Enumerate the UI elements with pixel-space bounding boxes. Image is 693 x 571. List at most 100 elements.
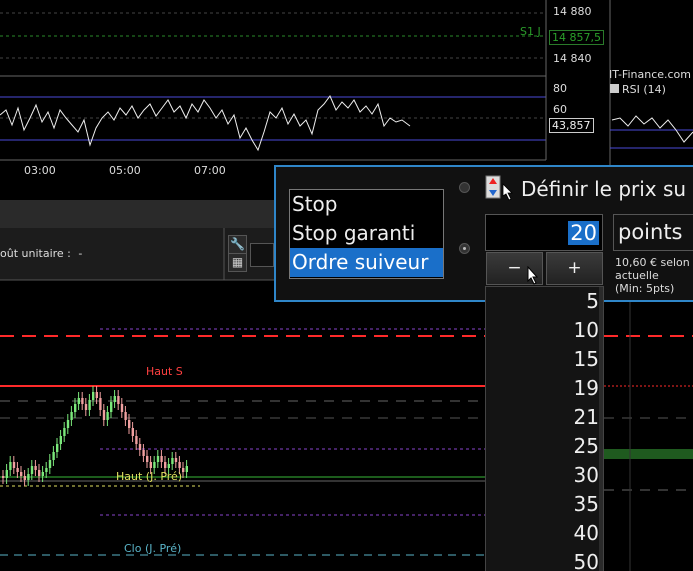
radio-set-price[interactable] — [459, 182, 470, 193]
candle-body — [106, 412, 109, 420]
candle-body — [156, 456, 160, 462]
candle-body — [185, 466, 188, 472]
wrench-icon[interactable]: 🔧 — [228, 235, 247, 254]
rsi-legend: RSI (14) — [610, 83, 666, 96]
unit-select[interactable]: points — [613, 214, 693, 251]
legend-swatch-icon — [610, 84, 619, 93]
rsi-level-80: 80 — [553, 82, 567, 95]
radio-distance[interactable] — [459, 243, 470, 254]
candle-body — [88, 400, 91, 410]
candle-body — [146, 456, 149, 462]
distance-option[interactable]: 25 — [486, 432, 603, 461]
candle-body — [63, 428, 66, 436]
haut-j-pre-label: Haut (J. Pré) — [116, 470, 183, 483]
candle-body — [171, 458, 174, 464]
distance-option[interactable]: 30 — [486, 461, 603, 490]
candle-body — [9, 462, 12, 470]
distance-option[interactable]: 21 — [486, 403, 603, 432]
candle-body — [41, 472, 44, 476]
candle-body — [16, 468, 19, 472]
candle-body — [120, 404, 124, 412]
order-type-ordre-suiveur[interactable]: Ordre suiveur — [290, 248, 443, 277]
dropdown-scrollbar[interactable] — [599, 287, 603, 571]
candle-body — [66, 420, 70, 428]
price-label-bottom: 14 840 — [553, 52, 592, 65]
candle-body — [95, 392, 98, 398]
brand-label: IT-Finance.com — [609, 68, 691, 81]
time-label-0300: 03:00 — [24, 164, 56, 177]
candle-body — [34, 466, 37, 470]
order-type-stop[interactable]: Stop — [290, 190, 443, 219]
haut-s-label: Haut S — [146, 365, 183, 378]
info-text: 10,60 € selon actuelle (Min: 5pts) — [615, 256, 690, 295]
candle-body — [124, 412, 127, 420]
candle-body — [20, 472, 23, 476]
unit-cost-label: oût unitaire : - — [0, 247, 82, 260]
distance-value: 20 — [568, 221, 599, 245]
rsi-level-60: 60 — [553, 103, 567, 116]
distance-option[interactable]: 50 — [486, 548, 603, 571]
candle-body — [77, 398, 80, 404]
toolbar-input[interactable] — [250, 243, 274, 267]
calculator-icon[interactable]: ▦ — [228, 253, 247, 272]
candle-body — [164, 462, 167, 468]
candle-body — [52, 452, 55, 460]
s1-label: S1 J — [520, 25, 541, 38]
price-cursor-icon[interactable] — [485, 174, 515, 202]
time-label-0700: 07:00 — [194, 164, 226, 177]
distance-option[interactable]: 15 — [486, 345, 603, 374]
rsi-line — [0, 95, 411, 152]
candle-body — [182, 468, 185, 472]
candle-body — [128, 420, 131, 428]
candle-body — [178, 462, 181, 468]
candle-body — [160, 456, 163, 462]
clo-j-pre-label: Clo (J. Pré) — [124, 542, 182, 555]
rsi-value-badge: 43,857 — [549, 118, 594, 133]
dialog-title: Définir le prix su — [521, 177, 687, 201]
candle-body — [153, 462, 156, 468]
candle-body — [167, 464, 170, 468]
candle-body — [113, 396, 116, 402]
price-label-top: 14 880 — [553, 5, 592, 18]
candle-body — [70, 412, 73, 420]
candle-body — [59, 436, 62, 444]
distance-input[interactable]: 20 — [485, 214, 603, 251]
candle-body — [117, 396, 120, 404]
distance-option[interactable]: 5 — [486, 287, 603, 316]
distance-option[interactable]: 35 — [486, 490, 603, 519]
candle-body — [131, 428, 134, 436]
candle-body — [174, 458, 178, 462]
candle-body — [56, 444, 59, 452]
candle-body — [27, 474, 30, 480]
candle-body — [2, 476, 5, 478]
candle-body — [30, 466, 34, 474]
info-line-1: 10,60 € selon — [615, 256, 690, 269]
candle-body — [74, 404, 77, 412]
increment-button[interactable]: + — [546, 252, 603, 285]
candle-body — [102, 410, 106, 420]
candle-body — [84, 404, 88, 410]
rsi-legend-text: RSI (14) — [622, 83, 666, 96]
candle-body — [45, 468, 48, 472]
candle-body — [12, 462, 16, 468]
candle-body — [110, 402, 113, 412]
distance-option[interactable]: 19 — [486, 374, 603, 403]
info-line-2: actuelle — [615, 269, 659, 282]
order-type-list[interactable]: Stop Stop garanti Ordre suiveur — [289, 189, 444, 279]
candle-body — [138, 444, 142, 450]
candle-body — [23, 476, 26, 480]
candle-body — [38, 470, 41, 476]
distance-option[interactable]: 40 — [486, 519, 603, 548]
candle-body — [92, 392, 95, 400]
candle-body — [81, 398, 84, 404]
candle-body — [149, 462, 152, 468]
candle-body — [5, 470, 8, 478]
distance-option[interactable]: 10 — [486, 316, 603, 345]
info-line-3: (Min: 5pts) — [615, 282, 675, 295]
order-type-stop-garanti[interactable]: Stop garanti — [290, 219, 443, 248]
candle-body — [135, 436, 138, 444]
unit-cost-value: - — [78, 247, 83, 260]
distance-options-dropdown[interactable]: 5 10 15 19 21 25 30 35 40 50 — [485, 286, 604, 571]
s1-value-badge: 14 857,5 — [549, 30, 604, 45]
candle-body — [48, 460, 52, 468]
